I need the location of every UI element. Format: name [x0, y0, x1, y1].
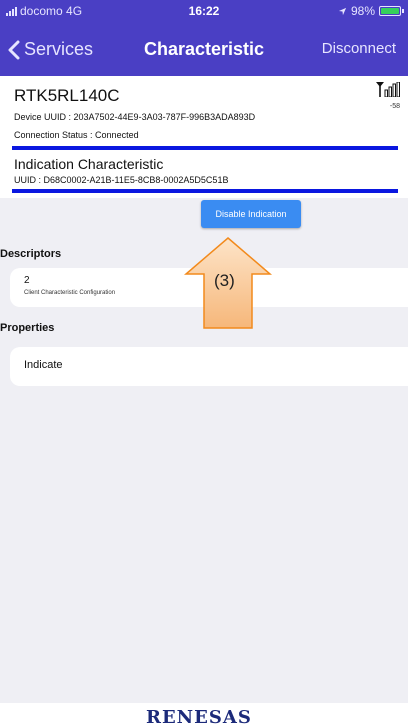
disable-indication-button[interactable]: Disable Indication [201, 200, 301, 228]
device-info-card: RTK5RL140C -58 Device UUID : 203A7502-44… [0, 76, 408, 196]
battery-cap [402, 9, 404, 13]
rssi-indicator: -58 [376, 81, 400, 110]
footer: RENESAS [0, 703, 408, 728]
properties-title: Properties [0, 322, 55, 334]
renesas-logo: RENESAS [146, 707, 252, 728]
battery-group: 98% [338, 4, 404, 18]
disconnect-button[interactable]: Disconnect [322, 40, 396, 57]
connection-status: Connection Status : Connected [14, 130, 139, 140]
location-arrow-icon [338, 7, 347, 15]
characteristic-name: Indication Characteristic [14, 156, 164, 172]
battery-percent: 98% [350, 4, 375, 18]
rssi-value: -58 [389, 103, 400, 110]
device-name: RTK5RL140C [14, 86, 120, 105]
descriptor-name: Client Characteristic Configuration [24, 290, 116, 296]
descriptors-title: Descriptors [0, 248, 62, 260]
property-item: Indicate [10, 347, 408, 386]
descriptor-id: 2 [24, 275, 30, 286]
battery-icon [379, 6, 401, 16]
nav-bar: Services Characteristic Disconnect [0, 22, 408, 76]
divider-line [12, 146, 398, 150]
characteristic-uuid: UUID : D68C0002-A21B-11E5-8CB8-0002A5D5C… [14, 175, 229, 185]
device-uuid: Device UUID : 203A7502-44E9-3A03-787F-99… [14, 112, 256, 122]
callout-label: (3) [214, 271, 235, 290]
divider-line [12, 189, 398, 193]
status-bar: docomo 4G 16:22 98% [0, 0, 408, 22]
property-name: Indicate [24, 359, 63, 371]
antenna-signal-icon [376, 81, 400, 98]
